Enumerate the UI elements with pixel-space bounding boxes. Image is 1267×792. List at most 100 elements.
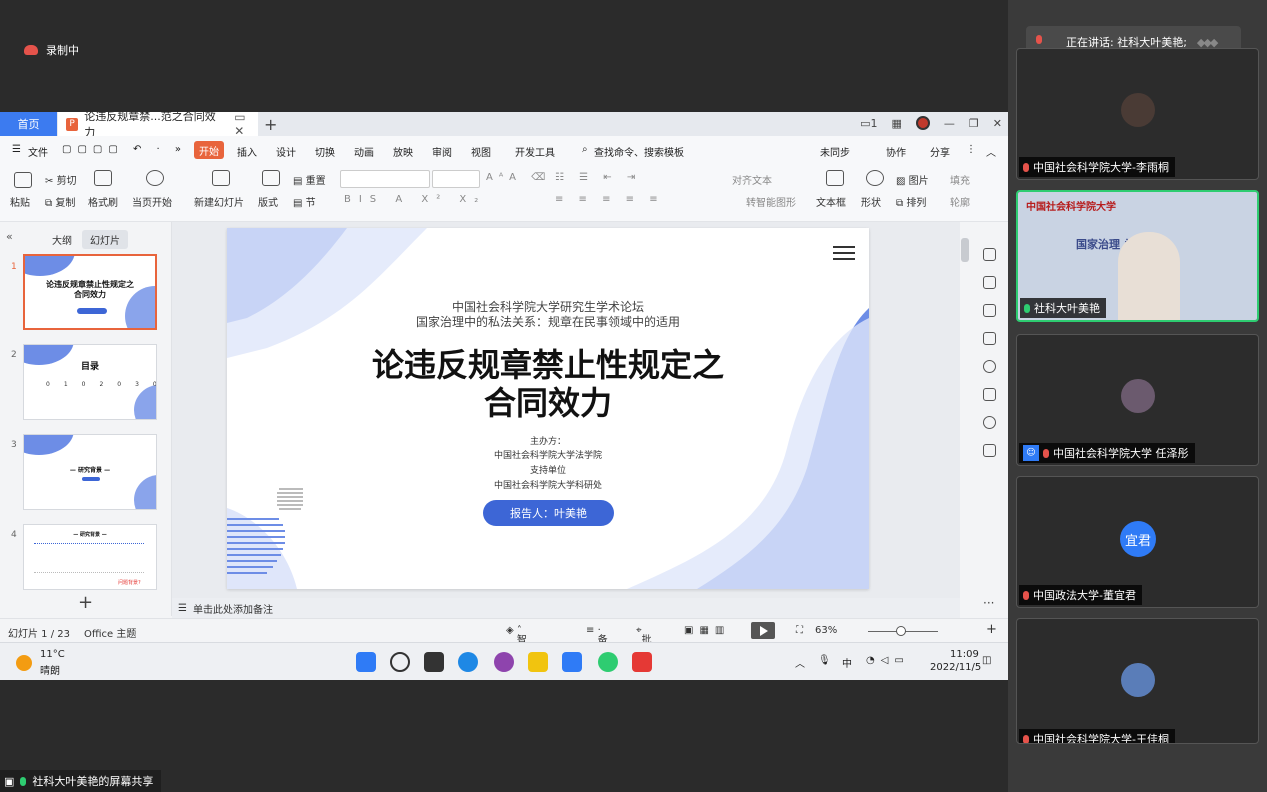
menu-review[interactable]: 审阅 bbox=[432, 144, 452, 159]
participant-tile-active[interactable]: 中国社会科学院大学 国家治理 关系 社科大叶美艳 bbox=[1016, 190, 1259, 322]
notification-icon[interactable]: ◫ bbox=[982, 655, 991, 666]
clock-date[interactable]: 2022/11/5 bbox=[930, 662, 981, 673]
pin-icon[interactable] bbox=[983, 304, 996, 317]
paste-icon[interactable] bbox=[14, 172, 32, 188]
reset-button[interactable]: ▤ 重置 bbox=[293, 172, 326, 187]
align-text-button[interactable]: 对齐文本 bbox=[732, 172, 772, 187]
clock-time[interactable]: 11:09 bbox=[950, 649, 979, 660]
document-tab[interactable]: P 论违反规章禁...范之合同效力 ▭ ✕ bbox=[58, 112, 258, 139]
font-style-buttons[interactable]: BIS A X² X₂ bbox=[344, 194, 486, 205]
book-icon[interactable] bbox=[983, 444, 996, 457]
format-painter-button[interactable]: 格式刷 bbox=[88, 194, 118, 209]
format-painter-icon[interactable] bbox=[94, 170, 112, 186]
menu-file[interactable]: 文件 bbox=[28, 144, 48, 159]
menu-slideshow[interactable]: 放映 bbox=[393, 144, 413, 159]
participant-tile[interactable]: 中国社会科学院大学-李雨桐 bbox=[1016, 48, 1259, 180]
play-slideshow-button[interactable] bbox=[751, 622, 775, 639]
collaborate-button[interactable]: 协作 bbox=[886, 144, 906, 159]
layout-icon[interactable] bbox=[262, 170, 280, 186]
close-tab-icon[interactable]: ▭ ✕ bbox=[234, 112, 258, 138]
menu-developer[interactable]: 开发工具 bbox=[515, 144, 555, 159]
view-mode-icons[interactable]: ▣▦▥ bbox=[684, 625, 730, 636]
layout-button[interactable]: 版式 bbox=[258, 194, 278, 209]
wps-icon[interactable] bbox=[632, 652, 652, 672]
play-from-current-icon[interactable] bbox=[146, 170, 164, 186]
sync-status[interactable]: 未同步 bbox=[820, 144, 850, 159]
shape-icon[interactable] bbox=[866, 170, 884, 186]
fit-icon[interactable]: ⛶ bbox=[796, 625, 803, 636]
menu-transition[interactable]: 切换 bbox=[315, 144, 335, 159]
participant-tile[interactable]: 宜君 中国政法大学-董宜君 bbox=[1016, 476, 1259, 608]
play-from-current-button[interactable]: 当页开始 bbox=[132, 194, 172, 209]
vertical-scrollbar[interactable] bbox=[961, 230, 971, 590]
user-avatar[interactable] bbox=[915, 116, 930, 130]
hamburger-icon[interactable]: ☰ bbox=[12, 144, 21, 155]
home-tab[interactable]: 首页 bbox=[0, 112, 57, 136]
close-window-icon[interactable]: ✕ bbox=[993, 117, 1002, 130]
grid-icon[interactable]: ▦ bbox=[892, 117, 902, 130]
shape-button[interactable]: 形状 bbox=[861, 194, 881, 209]
wechat-icon[interactable] bbox=[598, 652, 618, 672]
arrange-button[interactable]: ⧉ 排列 bbox=[896, 194, 926, 209]
more-icon[interactable]: ⋮ bbox=[966, 144, 976, 155]
share-button[interactable]: 分享 bbox=[930, 144, 950, 159]
textbox-icon[interactable] bbox=[826, 170, 844, 186]
slide-thumbnail[interactable]: 目录 01020304 bbox=[23, 344, 157, 420]
restore-icon[interactable]: ❐ bbox=[969, 117, 979, 130]
font-size-select[interactable] bbox=[432, 170, 480, 188]
rocket-icon[interactable] bbox=[983, 248, 996, 261]
comment-button[interactable]: ⌖ 批注 bbox=[636, 625, 652, 661]
minimize-icon[interactable]: — bbox=[944, 117, 955, 130]
menu-insert[interactable]: 插入 bbox=[237, 144, 257, 159]
outline-button[interactable]: 轮廓 bbox=[950, 194, 970, 209]
tab-slides[interactable]: 幻灯片 bbox=[82, 230, 128, 249]
meeting-app-icon[interactable] bbox=[562, 652, 582, 672]
new-slide-icon[interactable] bbox=[212, 170, 230, 186]
fill-button[interactable]: 填充 bbox=[950, 172, 970, 187]
tray-expand-icon[interactable]: ︿ bbox=[795, 655, 805, 670]
paste-button[interactable]: 粘贴 bbox=[10, 194, 30, 209]
align-buttons[interactable]: ≡ ≡ ≡ ≡ ≡ bbox=[555, 194, 664, 205]
slide-thumbnail[interactable]: — 研究背景 — 问题背景? bbox=[23, 524, 157, 590]
windows-start-icon[interactable] bbox=[356, 652, 376, 672]
search-icon[interactable] bbox=[390, 652, 410, 672]
copy-icon[interactable] bbox=[983, 332, 996, 345]
list-buttons[interactable]: ☷ ☰ ⇤ ⇥ bbox=[555, 172, 641, 183]
notes-toggle-button[interactable]: ≡ 备注 · bbox=[586, 625, 608, 661]
network-volume-icons[interactable]: ◔◁▭ bbox=[866, 655, 910, 666]
template-icon[interactable] bbox=[983, 388, 996, 401]
tab-outline[interactable]: 大纲 bbox=[44, 230, 80, 249]
collapse-panel-icon[interactable]: « bbox=[6, 230, 13, 243]
app-icon[interactable] bbox=[494, 652, 514, 672]
menu-animation[interactable]: 动画 bbox=[354, 144, 374, 159]
slide-thumbnail[interactable]: 论违反规章禁止性规定之 合同效力 bbox=[23, 254, 157, 330]
zoom-level[interactable]: 63% bbox=[815, 625, 837, 636]
adjust-icon[interactable] bbox=[983, 276, 996, 289]
command-search[interactable]: 查找命令、搜索模板 bbox=[594, 144, 684, 159]
section-button[interactable]: ▤ 节 bbox=[293, 194, 316, 209]
smart-beautify-button[interactable]: ◈ 智能美化 ˄ bbox=[506, 625, 527, 676]
quick-tools-icons[interactable]: ▢▢▢▢ ↶ · » bbox=[62, 144, 187, 155]
add-slide-button[interactable]: + bbox=[78, 592, 93, 613]
font-family-select[interactable] bbox=[340, 170, 430, 188]
edge-icon[interactable] bbox=[458, 652, 478, 672]
zoom-slider-handle[interactable] bbox=[896, 626, 906, 636]
copy-button[interactable]: ⧉ 复制 bbox=[45, 194, 75, 209]
smart-graphic-button[interactable]: 转智能图形 bbox=[746, 194, 796, 209]
zoom-in-icon[interactable]: + bbox=[986, 622, 997, 637]
new-tab-button[interactable]: + bbox=[264, 115, 277, 134]
current-slide[interactable]: 中国社会科学院大学研究生学术论坛 国家治理中的私法关系：规章在民事领域中的适用 … bbox=[227, 228, 869, 589]
menu-view[interactable]: 视图 bbox=[471, 144, 491, 159]
font-size-adjust[interactable]: AᴬA ⌫ bbox=[486, 172, 551, 183]
mic-tray-icon[interactable]: 🎙 bbox=[818, 655, 831, 666]
layout-icon[interactable]: ▭1 bbox=[860, 117, 877, 130]
new-slide-button[interactable]: 新建幻灯片 bbox=[194, 194, 244, 209]
task-view-icon[interactable] bbox=[424, 652, 444, 672]
collapse-ribbon-icon[interactable]: ︿ bbox=[986, 144, 996, 159]
menu-design[interactable]: 设计 bbox=[276, 144, 296, 159]
menu-start[interactable]: 开始 bbox=[194, 141, 224, 159]
notes-bar[interactable]: ☰ 单击此处添加备注 bbox=[172, 598, 960, 618]
cut-button[interactable]: ✂ 剪切 bbox=[45, 172, 77, 187]
participant-tile[interactable]: ☺ 中国社会科学院大学 任泽彤 bbox=[1016, 334, 1259, 466]
location-icon[interactable] bbox=[983, 416, 996, 429]
